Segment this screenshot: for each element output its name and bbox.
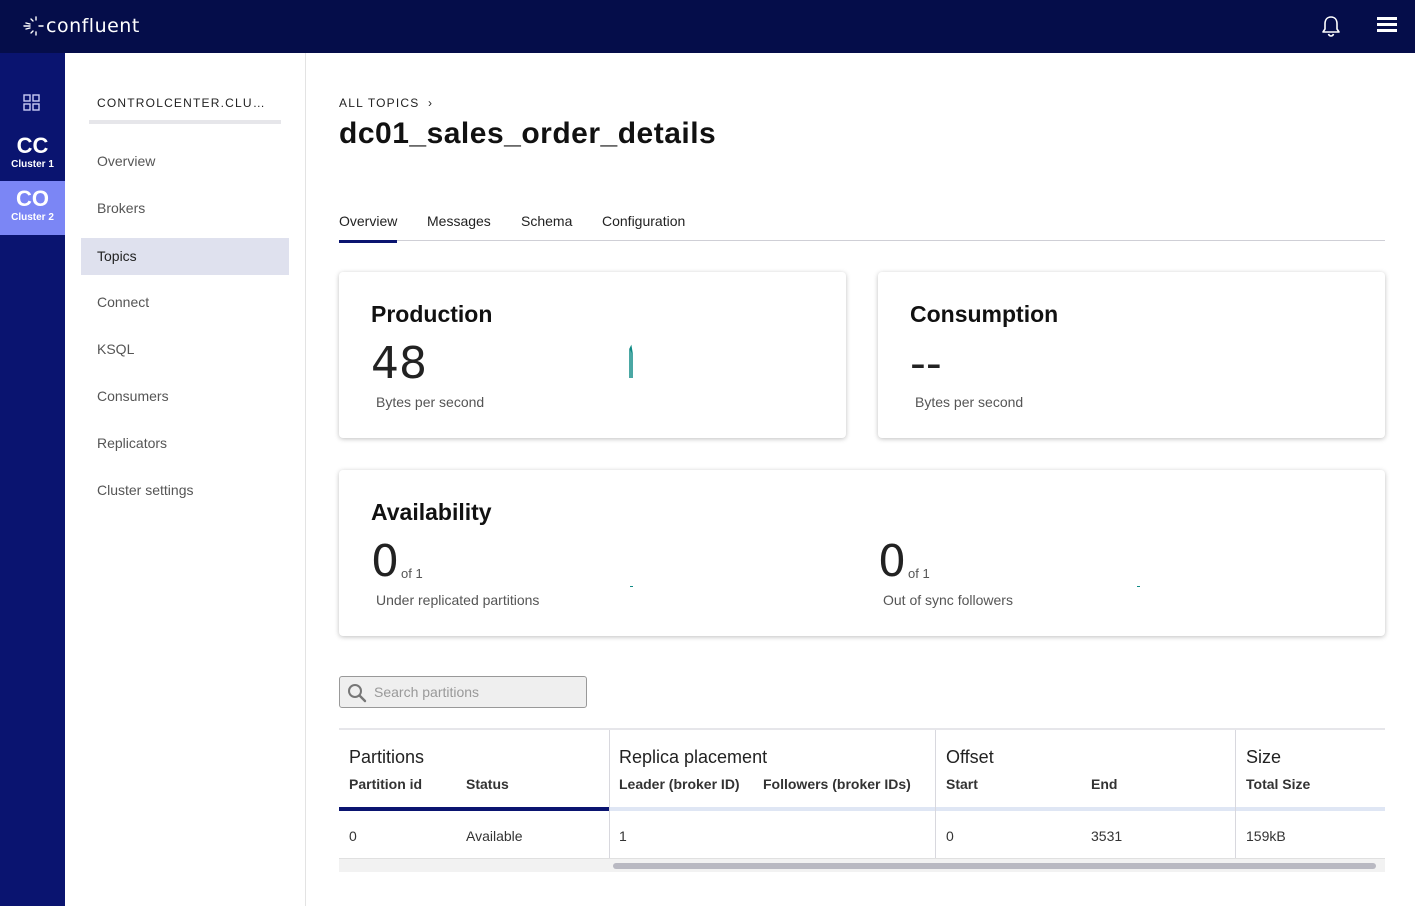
sidebar: CONTROLCENTER.CLUSTER Overview Brokers T…	[65, 53, 306, 906]
cell-end: 3531	[1091, 828, 1123, 844]
search-partitions	[339, 676, 587, 708]
cell-status: Available	[466, 828, 523, 844]
production-value: 48	[371, 338, 427, 389]
col-total-size[interactable]: Total Size	[1246, 776, 1310, 792]
cluster-name: Cluster 2	[11, 212, 54, 223]
replica-group: Replica placement Leader (broker ID) Fol…	[609, 730, 935, 858]
logo-text: confluent	[46, 15, 140, 37]
top-bar: confluent	[0, 0, 1415, 53]
col-leader[interactable]: Leader (broker ID)	[619, 776, 740, 792]
availability-card: Availability 0 of 1 Under replicated par…	[339, 470, 1385, 636]
offset-group-title: Offset	[946, 747, 994, 767]
search-input[interactable]	[374, 677, 579, 707]
search-icon	[348, 684, 367, 703]
replica-group-title: Replica placement	[619, 747, 768, 767]
cell-partition-id: 0	[349, 828, 357, 844]
sidebar-item-replicators[interactable]: Replicators	[81, 425, 289, 462]
col-followers[interactable]: Followers (broker IDs)	[763, 776, 911, 792]
consumption-card: Consumption -- Bytes per second	[878, 272, 1385, 438]
col-end[interactable]: End	[1091, 776, 1117, 792]
cell-leader: 1	[619, 828, 627, 844]
production-unit: Bytes per second	[376, 394, 485, 410]
breadcrumb[interactable]: ALL TOPICS ›	[339, 96, 433, 110]
col-partition-id[interactable]: Partition id	[349, 776, 422, 792]
tab-messages[interactable]: Messages	[427, 213, 491, 241]
confluent-logo[interactable]: confluent	[22, 12, 140, 40]
tab-schema[interactable]: Schema	[521, 213, 572, 241]
production-sparkline	[629, 344, 633, 378]
consumption-value: --	[910, 338, 942, 389]
divider	[936, 807, 1235, 811]
sidebar-item-consumers[interactable]: Consumers	[81, 378, 289, 415]
under-replicated-label: Under replicated partitions	[376, 592, 540, 608]
out-of-sync-sparkline	[1137, 586, 1140, 587]
main-content: ALL TOPICS › dc01_sales_order_details Ov…	[306, 53, 1415, 906]
cluster-abbr: CO	[16, 186, 49, 211]
cluster-1-switch[interactable]: CC Cluster 1	[0, 128, 65, 182]
under-replicated-sparkline	[630, 586, 633, 587]
page-title: dc01_sales_order_details	[339, 117, 717, 150]
production-card: Production 48 Bytes per second	[339, 272, 846, 438]
consumption-unit: Bytes per second	[915, 394, 1024, 410]
sidebar-item-topics[interactable]: Topics	[81, 238, 289, 275]
scrollbar-thumb[interactable]	[613, 863, 1376, 869]
breadcrumb-all-topics[interactable]: ALL TOPICS	[339, 96, 419, 110]
sidebar-item-ksql[interactable]: KSQL	[81, 331, 289, 368]
sidebar-item-cluster-settings[interactable]: Cluster settings	[81, 472, 289, 509]
cell-total-size: 159kB	[1246, 828, 1286, 844]
divider	[89, 120, 281, 124]
sidebar-item-brokers[interactable]: Brokers	[81, 190, 289, 227]
sort-indicator	[339, 807, 609, 811]
consumption-title: Consumption	[910, 301, 1059, 327]
production-title: Production	[371, 301, 493, 327]
cluster-name: Cluster 1	[11, 159, 54, 170]
topic-tabs: Overview Messages Schema Configuration	[339, 213, 1385, 243]
tab-overview[interactable]: Overview	[339, 213, 398, 243]
divider	[610, 807, 935, 811]
divider	[1236, 807, 1385, 811]
out-of-sync-value: 0	[878, 536, 906, 587]
partitions-table: Partitions Partition id Status 0 Availab…	[339, 728, 1385, 872]
partitions-group-title: Partitions	[349, 747, 425, 767]
confluent-mark-icon	[23, 16, 44, 36]
grid-icon[interactable]	[22, 93, 42, 113]
cluster-2-switch[interactable]: CO Cluster 2	[0, 181, 65, 235]
sidebar-cluster-title: CONTROLCENTER.CLUSTER	[97, 96, 272, 110]
cluster-abbr: CC	[16, 133, 49, 158]
partitions-group: Partitions Partition id Status 0 Availab…	[339, 730, 609, 858]
availability-title: Availability	[371, 499, 492, 525]
horizontal-scrollbar[interactable]	[339, 858, 1385, 872]
size-group-title: Size	[1246, 747, 1282, 767]
under-replicated-value: 0	[371, 536, 399, 587]
sidebar-item-overview[interactable]: Overview	[81, 143, 289, 180]
size-group: Size Total Size 159kB	[1235, 730, 1385, 858]
menu-hamburger-icon[interactable]	[1374, 14, 1400, 38]
chevron-right-icon: ›	[428, 96, 434, 110]
tab-configuration[interactable]: Configuration	[602, 213, 685, 241]
out-of-sync-label: Out of sync followers	[883, 592, 1013, 608]
notifications-bell-icon[interactable]	[1318, 13, 1344, 39]
under-replicated-total: of 1	[401, 566, 423, 581]
col-status[interactable]: Status	[466, 776, 509, 792]
cell-start: 0	[946, 828, 954, 844]
out-of-sync-total: of 1	[908, 566, 930, 581]
offset-group: Offset Start End 0 3531	[935, 730, 1235, 858]
col-start[interactable]: Start	[946, 776, 978, 792]
sidebar-item-connect[interactable]: Connect	[81, 284, 289, 321]
